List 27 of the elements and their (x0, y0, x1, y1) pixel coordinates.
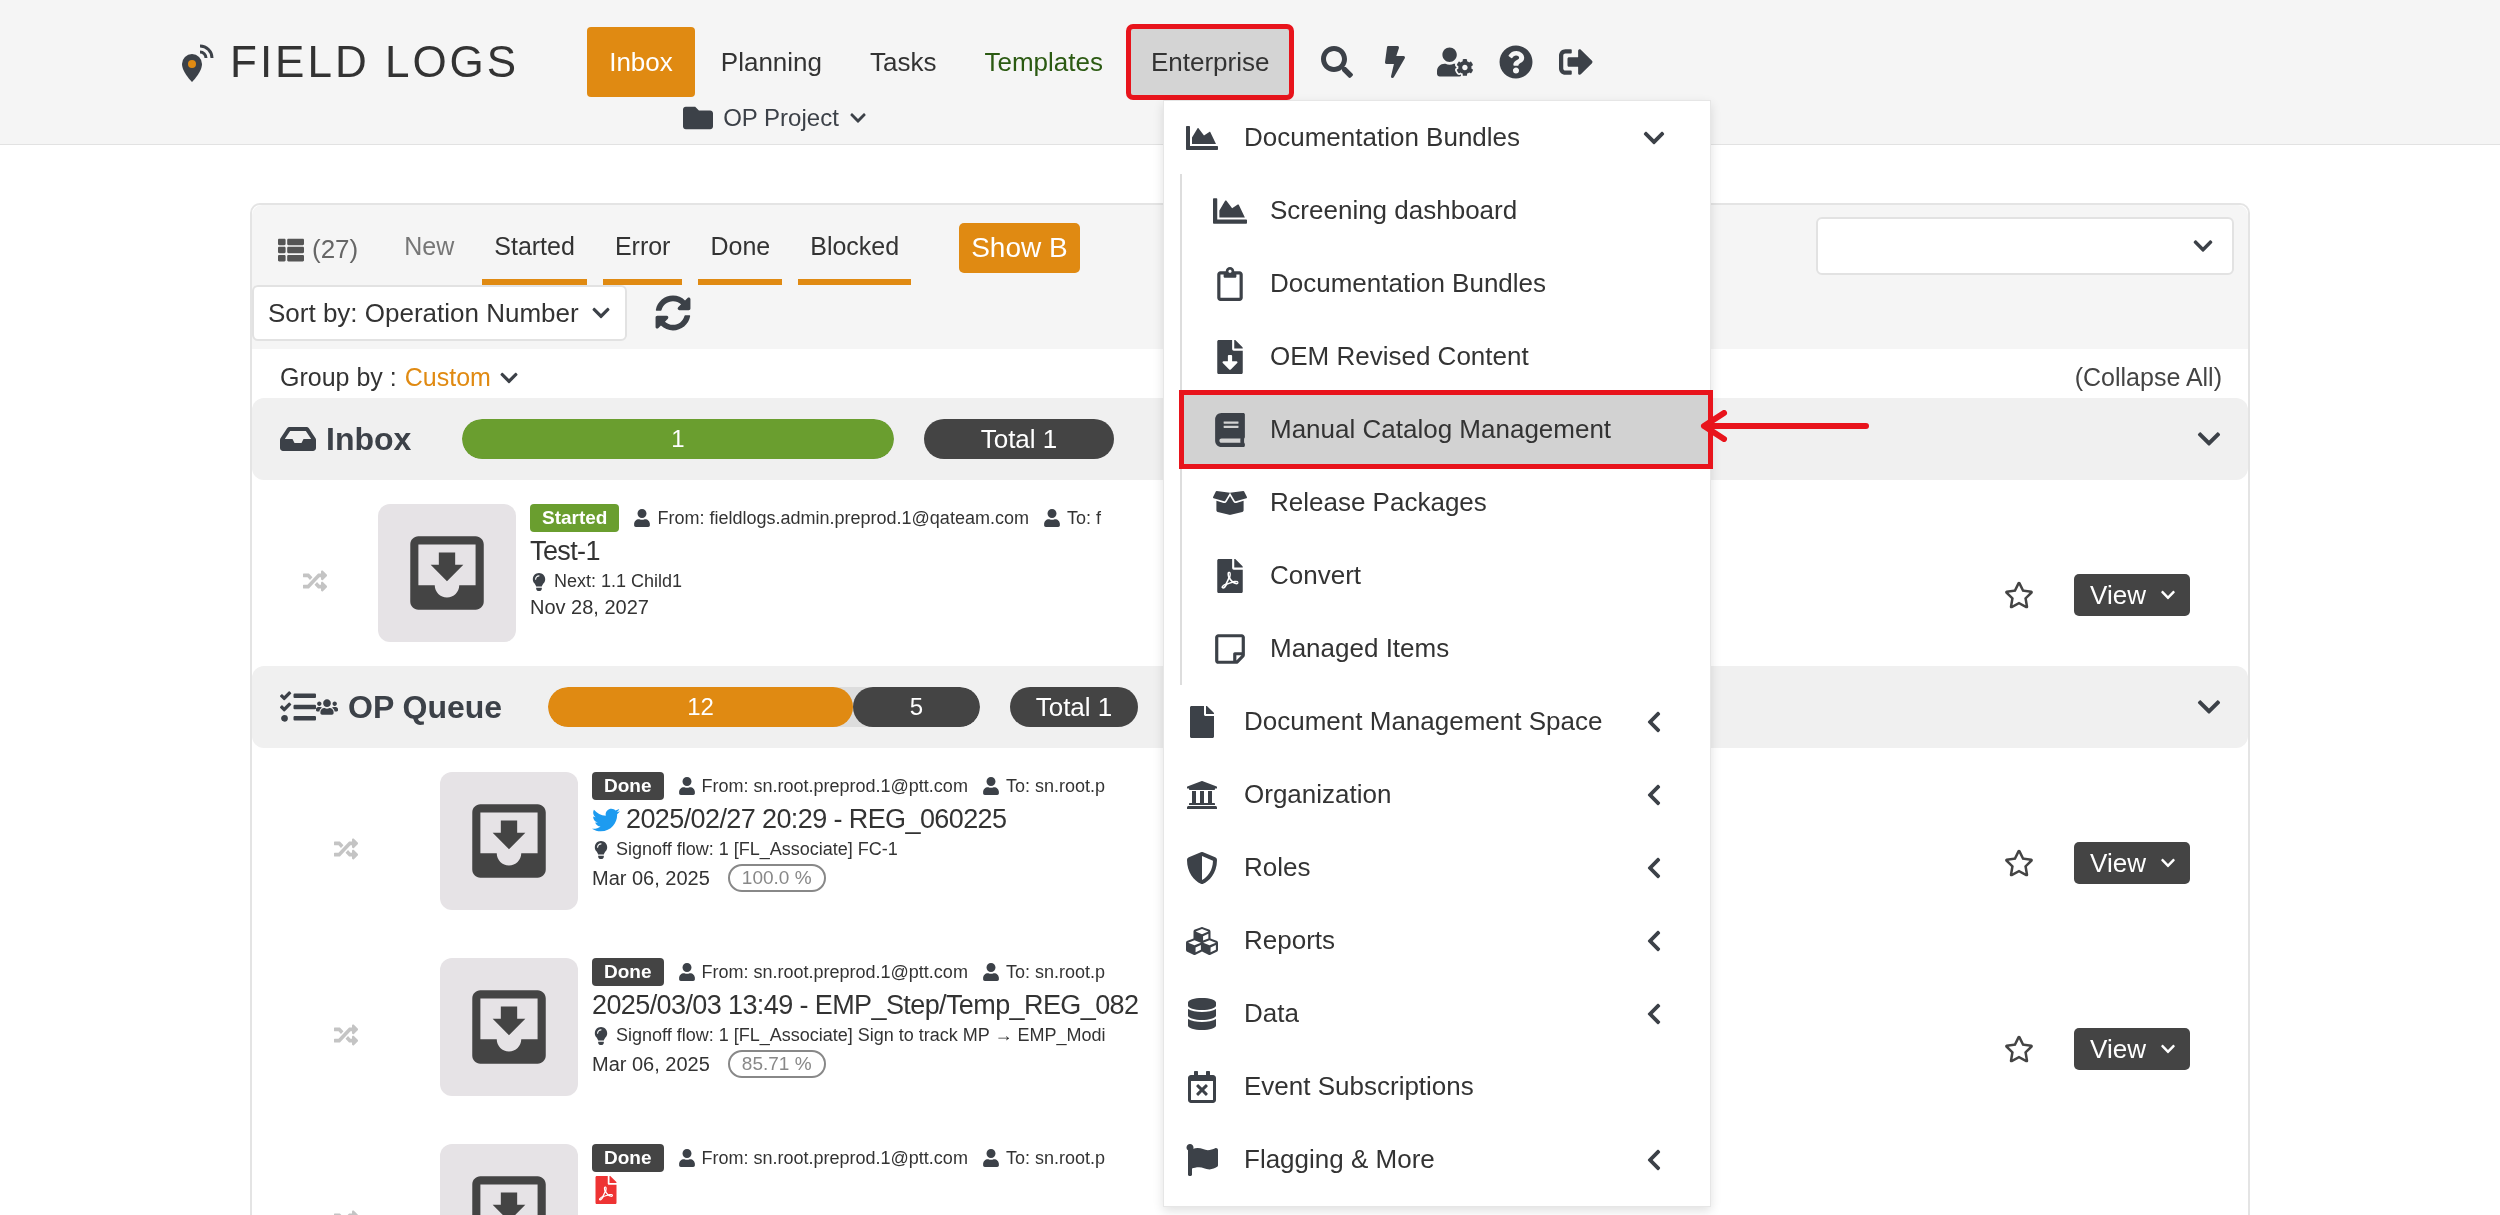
to-text: To: f (1066, 507, 1101, 529)
group-by-label: Group by : (280, 363, 397, 392)
to-text: To: sn.root.p (1005, 775, 1105, 797)
from-text: From: sn.root.preprod.1@ptt.com (701, 775, 968, 797)
logo-text: FIELD LOGS (230, 37, 520, 87)
progress-segment: 5 (853, 687, 980, 727)
item-date: Nov 28, 2027 (530, 596, 649, 619)
from-text: From: fieldlogs.admin.preprod.1@qateam.com (657, 507, 1029, 529)
from-text: From: sn.root.preprod.1@ptt.com (701, 1147, 968, 1169)
percent-pill: 85.71 % (727, 1050, 826, 1078)
status-badge: Started (530, 504, 620, 532)
to-text: To: sn.root.p (1005, 1147, 1105, 1169)
progress-segment: 12 (548, 687, 853, 727)
status-badge: Done (592, 1144, 664, 1172)
item-date: Mar 06, 2025 (592, 866, 710, 890)
status-badge: Done (592, 772, 664, 800)
item-date: Mar 06, 2025 (592, 1052, 710, 1076)
total-pill: Total 1 (924, 419, 1114, 459)
percent-pill: 100.0 % (727, 864, 826, 892)
to-text: To: sn.root.p (1005, 961, 1105, 983)
status-badge: Done (592, 958, 664, 986)
item-detail: Signoff flow: 1 [FL_Associate] Sign to track MP → EMP_Modi (616, 1025, 1106, 1046)
item-detail: Signoff flow: 1 [FL_Associate] FC-1 (616, 839, 898, 860)
from-text: From: sn.root.preprod.1@ptt.com (701, 961, 968, 983)
total-pill: Total 1 (1010, 687, 1138, 727)
progress-segment: 1 (462, 419, 894, 459)
item-detail: Next: 1.1 Child1 (554, 571, 683, 592)
